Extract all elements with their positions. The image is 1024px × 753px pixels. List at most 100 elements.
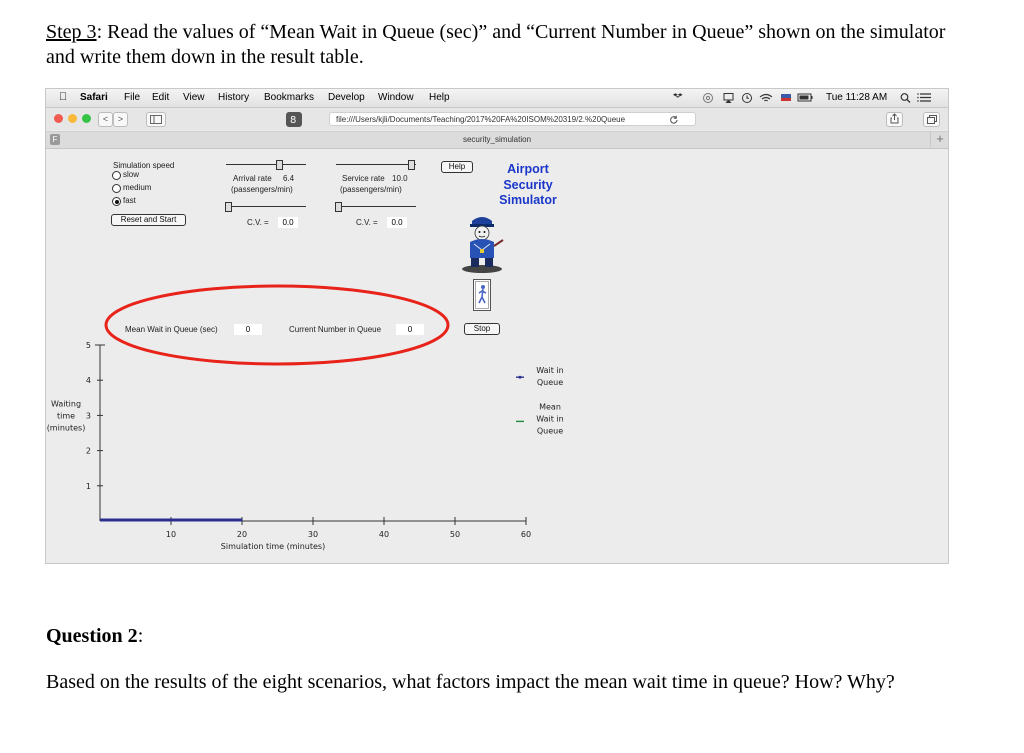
- menu-view[interactable]: View: [183, 92, 205, 103]
- arrival-cv-slider-track[interactable]: [226, 206, 306, 207]
- speed-label-fast: fast: [123, 196, 136, 205]
- speed-radio-slow[interactable]: [112, 171, 121, 180]
- tabs-overview-button[interactable]: [923, 112, 940, 127]
- walking-person-icon: [473, 279, 491, 311]
- sidebar-icon: [150, 115, 162, 124]
- forward-button[interactable]: >: [113, 112, 128, 127]
- time-machine-icon: [742, 93, 752, 103]
- step-text: : Read the values of “Mean Wait in Queue…: [46, 21, 946, 68]
- simulation-speed-label: Simulation speed: [113, 161, 175, 170]
- x-tick-label: 60: [521, 530, 531, 539]
- menu-window[interactable]: Window: [378, 92, 414, 103]
- new-tab-button[interactable]: +: [930, 131, 948, 147]
- legend-label-0: Wait in: [536, 366, 564, 375]
- arrival-rate-value: 6.4: [283, 174, 295, 183]
- arrival-rate-unit: (passengers/min): [231, 185, 293, 194]
- help-button[interactable]: Help: [441, 161, 473, 173]
- close-window-button[interactable]: [54, 114, 63, 123]
- sidebar-button[interactable]: [146, 112, 166, 127]
- menu-safari[interactable]: Safari: [80, 92, 108, 103]
- arrival-cv-label: C.V. =: [247, 218, 269, 227]
- x-axis-label: Simulation time (minutes): [221, 542, 325, 551]
- tab-security-simulation[interactable]: security_simulation: [46, 135, 948, 144]
- service-cv-label: C.V. =: [356, 218, 378, 227]
- tabs-icon: [926, 115, 937, 124]
- service-cv-slider-track[interactable]: [336, 206, 416, 207]
- legend-label-0: Queue: [537, 378, 563, 387]
- step-3-instruction: Step 3: Read the values of “Mean Wait in…: [46, 20, 976, 70]
- speed-radio-medium[interactable]: [112, 184, 121, 193]
- airplay-icon: [723, 93, 734, 103]
- apple-icon[interactable]: : [59, 91, 67, 103]
- menu-develop[interactable]: Develop: [328, 92, 365, 103]
- y-tick-label: 2: [86, 447, 91, 456]
- service-rate-unit: (passengers/min): [340, 185, 402, 194]
- service-rate-slider-thumb[interactable]: [408, 160, 415, 170]
- simulator-screenshot:  Safari File Edit View History Bookmark…: [45, 88, 949, 564]
- y-tick-label: 3: [86, 411, 91, 420]
- legend-label-1: Queue: [537, 426, 563, 435]
- back-button[interactable]: <: [98, 112, 113, 127]
- speed-radio-fast[interactable]: [112, 197, 121, 206]
- mac-menubar:  Safari File Edit View History Bookmark…: [46, 89, 948, 108]
- simulator-title: Airport Security Simulator: [478, 162, 578, 209]
- menu-history[interactable]: History: [218, 92, 249, 103]
- flag-icon: [781, 94, 791, 101]
- battery-icon: [797, 93, 813, 102]
- share-icon: [890, 113, 899, 124]
- x-tick-label: 10: [166, 530, 176, 539]
- speed-label-medium: medium: [123, 183, 152, 192]
- reset-and-start-button[interactable]: Reset and Start: [111, 214, 186, 226]
- security-officer-icon: [462, 217, 504, 273]
- menu-help[interactable]: Help: [429, 92, 450, 103]
- y-tick-label: 4: [86, 376, 91, 385]
- x-tick-label: 40: [379, 530, 389, 539]
- speed-label-slow: slow: [123, 170, 140, 179]
- arrival-cv-slider-thumb[interactable]: [225, 202, 232, 212]
- y-axis-label-line: time: [57, 411, 75, 420]
- service-cv-slider-thumb[interactable]: [335, 202, 342, 212]
- title-line-2: Security: [503, 177, 553, 192]
- x-tick-label: 50: [450, 530, 460, 539]
- spotlight-and-list-icons: [900, 93, 931, 103]
- title-line-1: Airport: [507, 162, 549, 176]
- arrival-rate-slider-track[interactable]: [226, 164, 306, 165]
- share-button[interactable]: [886, 112, 903, 127]
- question-2-heading: Question 2:: [46, 625, 143, 648]
- minimize-window-button[interactable]: [68, 114, 77, 123]
- question-2-text: Based on the results of the eight scenar…: [46, 671, 895, 693]
- password-icon: 8: [290, 115, 296, 126]
- svg-text:8: 8: [290, 115, 296, 124]
- x-tick-label: 20: [237, 530, 247, 539]
- service-cv-value: 0.0: [387, 217, 407, 228]
- legend-marker-0: [518, 375, 522, 379]
- service-rate-slider-track[interactable]: [336, 164, 416, 165]
- wifi-icon: [759, 93, 773, 102]
- y-tick-label: 1: [86, 482, 91, 491]
- address-bar[interactable]: file:///Users/kjli/Documents/Teaching/20…: [329, 112, 696, 126]
- question-heading-text: Question 2: [46, 625, 138, 647]
- at-icon: [703, 93, 713, 103]
- service-rate-label: Service rate: [342, 174, 385, 183]
- y-tick-label: 5: [86, 341, 91, 350]
- menu-edit[interactable]: Edit: [152, 92, 169, 103]
- stop-button[interactable]: Stop: [464, 323, 500, 335]
- reload-icon[interactable]: [669, 115, 679, 125]
- tab-bar: F security_simulation +: [46, 131, 948, 149]
- waiting-time-chart: 1 2 3 4 5 10 20 30 40 50 60 Simulation time (minute…: [47, 341, 564, 551]
- arrival-rate-label: Arrival rate: [233, 174, 272, 183]
- extension-button[interactable]: 8: [286, 112, 302, 127]
- spotlight-icon: [900, 93, 911, 103]
- menu-file[interactable]: File: [124, 92, 140, 103]
- y-axis-label-line: Waiting: [51, 399, 81, 408]
- x-tick-label: 30: [308, 530, 318, 539]
- legend-label-1: Wait in: [536, 414, 564, 423]
- notification-list-icon: [917, 93, 931, 102]
- dropbox-icon: [673, 93, 683, 98]
- zoom-window-button[interactable]: [82, 114, 91, 123]
- y-axis-label-line: (minutes): [47, 423, 86, 432]
- menu-bookmarks[interactable]: Bookmarks: [264, 92, 314, 103]
- title-line-3: Simulator: [499, 193, 557, 207]
- arrival-rate-slider-thumb[interactable]: [276, 160, 283, 170]
- clock[interactable]: Tue 11:28 AM: [826, 92, 887, 103]
